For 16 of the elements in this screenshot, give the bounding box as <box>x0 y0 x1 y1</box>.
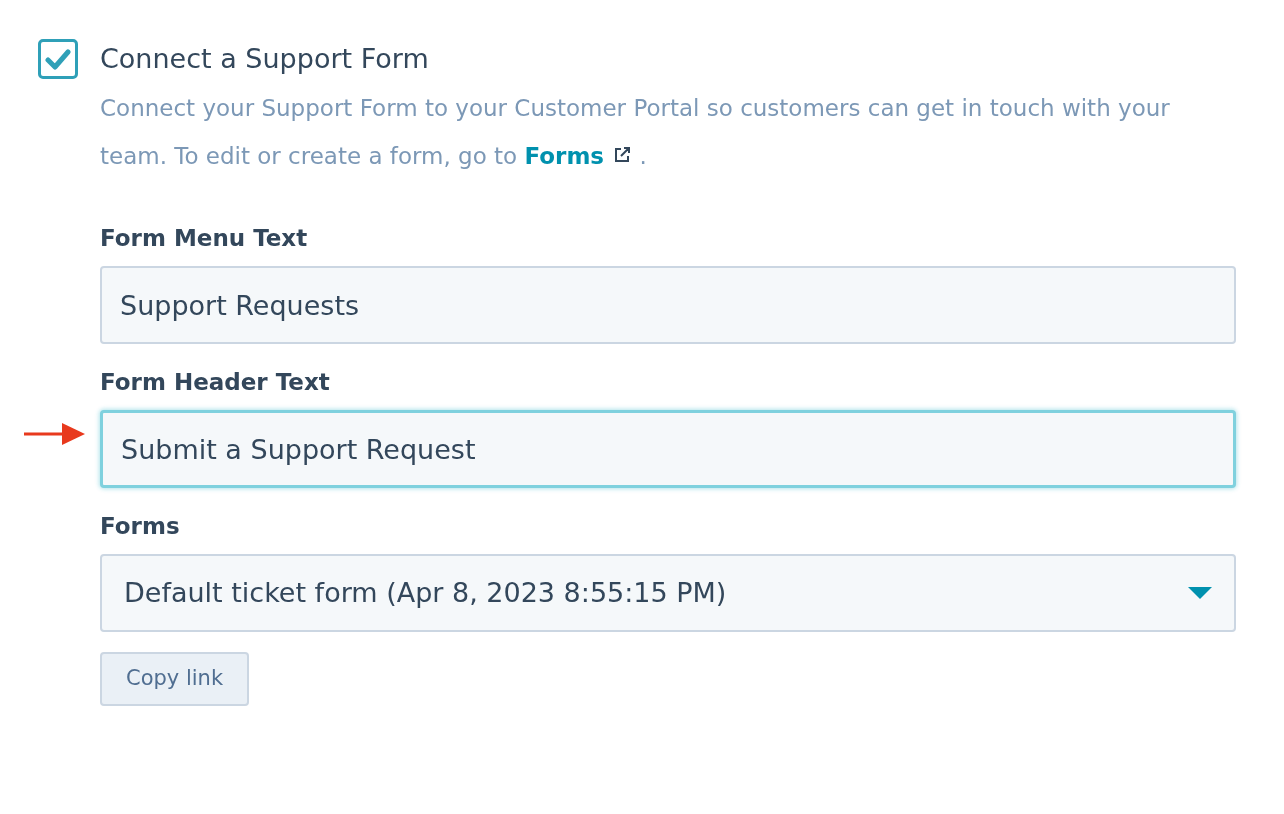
field-label: Form Header Text <box>100 368 331 397</box>
field-label: Forms <box>100 512 181 541</box>
select-value: Default ticket form (Apr 8, 2023 8:55:15 PM) <box>124 575 727 610</box>
input-field[interactable]: Submit a Support Request <box>100 410 1236 488</box>
field-label: Form Menu Text <box>100 224 309 253</box>
check-icon <box>45 48 71 70</box>
copy-link-button[interactable]: Copy link <box>100 652 250 706</box>
forms-link[interactable]: Forms <box>524 143 633 169</box>
external-link-icon <box>612 145 633 165</box>
description-text: Connect your Support Form to your Customer Portal so customers can get in touch with your team. To edit or create a form, go to Forms . <box>100 94 1171 171</box>
section-title: Connect a Support Form <box>100 42 429 76</box>
dropdown-caret-icon <box>1188 587 1212 599</box>
input-field[interactable]: Support Requests <box>100 266 1236 344</box>
checkbox[interactable] <box>38 39 78 79</box>
select-field[interactable]: Default ticket form (Apr 8, 2023 8:55:15 PM) <box>100 554 1236 632</box>
arrow-icon <box>22 421 86 447</box>
